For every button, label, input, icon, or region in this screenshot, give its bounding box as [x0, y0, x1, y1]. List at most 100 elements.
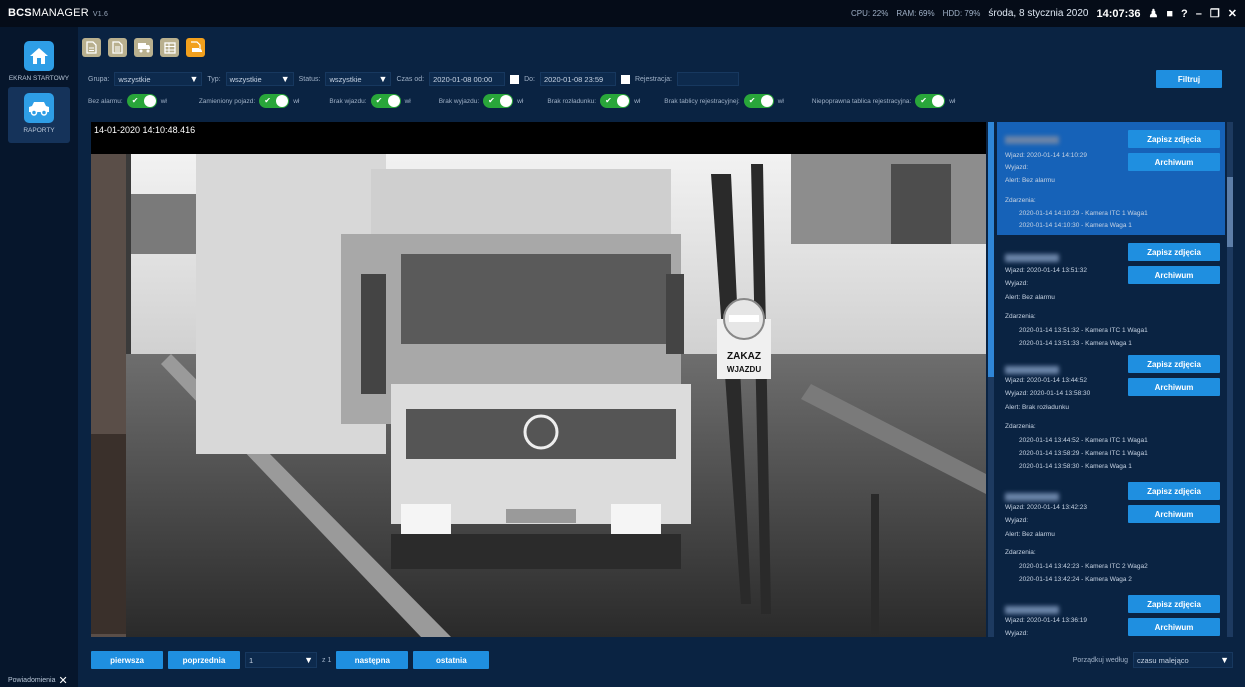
alert-status: Alert: Bez alarmu [1005, 531, 1055, 538]
last-page-button[interactable]: ostatnia [413, 651, 490, 669]
type-select[interactable]: wszystkie ▼ [225, 72, 294, 86]
save-photos-button[interactable]: Zapisz zdjęcia [1128, 482, 1220, 500]
sign-text-line2: WJAZDU [727, 365, 761, 374]
frame-timestamp: 14-01-2020 14:10:48.416 [94, 125, 196, 135]
pagination: pierwsza poprzednia 1 ▼ z 1 następna osta… [91, 651, 490, 669]
sign-text-line1: ZAKAZ [727, 351, 761, 362]
toggle-swapped-vehicle[interactable]: Zamieniony pojazd: ✔ wł [199, 94, 299, 108]
archive-button[interactable]: Archiwum [1128, 266, 1220, 284]
viewer-scrollbar[interactable] [988, 122, 994, 637]
sidebar-item-start[interactable]: EKRAN STARTOWY [8, 41, 70, 83]
calendar-icon[interactable] [620, 74, 630, 84]
group-select[interactable]: wszystkie ▼ [114, 72, 203, 86]
exit-time: Wyjazd: [1005, 630, 1029, 637]
alarm-toggles: Bez alarmu: ✔ wł Zamieniony pojazd: ✔ wł Bra… [88, 94, 973, 108]
event-item: 2020-01-14 14:10:30 - Kamera Waga 1 [1019, 222, 1132, 229]
toggle-switch[interactable]: ✔ [483, 94, 514, 108]
sidebar-item-label: EKRAN STARTOWY [8, 75, 70, 82]
exit-time: Wyjazd: [1005, 280, 1029, 287]
lock-icon[interactable]: ■ [1166, 8, 1173, 20]
chevron-down-icon: ▼ [189, 74, 199, 84]
chevron-down-icon: ▼ [280, 74, 290, 84]
page-select[interactable]: 1 ▼ [245, 652, 317, 668]
toggle-switch[interactable]: ✔ [915, 94, 946, 108]
table-report-icon[interactable] [160, 38, 179, 57]
vehicle-passages-icon[interactable] [186, 38, 205, 57]
toggle-no-entry[interactable]: Brak wjazdu: ✔ wł [329, 94, 411, 108]
scrollbar-thumb[interactable] [1227, 177, 1233, 247]
toggle-no-exit[interactable]: Brak wyjazdu: ✔ wł [439, 94, 523, 108]
help-icon[interactable]: ? [1181, 8, 1188, 20]
save-photos-button[interactable]: Zapisz zdjęcia [1128, 595, 1220, 613]
home-icon [24, 41, 54, 71]
notifications[interactable]: Powiadomienia ✕ [8, 674, 68, 687]
chevron-down-icon: ▼ [304, 655, 313, 665]
list-scrollbar[interactable] [1227, 122, 1233, 637]
passage-card[interactable]: Wjazd: 2020-01-14 13:51:32 Wyjazd: Alert… [997, 240, 1225, 350]
sidebar-item-reports[interactable]: RAPORTY [8, 87, 70, 143]
minimize-icon[interactable]: – [1196, 8, 1202, 20]
toggle-invalid-plate[interactable]: Niepoprawna tablica rejestracyjna: ✔ wł [812, 94, 955, 108]
toggle-switch[interactable]: ✔ [743, 94, 774, 108]
plate-input[interactable] [676, 72, 739, 86]
archive-button[interactable]: Archiwum [1128, 153, 1220, 171]
previous-page-button[interactable]: poprzednia [168, 651, 240, 669]
title-bar: BCSMANAGER V1.6 CPU: 22% RAM: 69% HDD: 79… [0, 0, 1245, 27]
report-toolbar [82, 38, 205, 57]
scrollbar-thumb[interactable] [988, 122, 994, 377]
toggle-no-alarm[interactable]: Bez alarmu: ✔ wł [88, 94, 167, 108]
date-from-input[interactable]: 2020-01-08 00:00 [429, 72, 506, 86]
next-page-button[interactable]: następna [336, 651, 409, 669]
notifications-label: Powiadomienia [8, 677, 56, 684]
sidebar: EKRAN STARTOWY RAPORTY [0, 27, 78, 687]
camera-viewer[interactable]: 14-01-2020 14:10:48.416 ZAKAZ WJAZDU [91, 122, 986, 637]
event-item: 2020-01-14 14:10:29 - Kamera ITC 1 Waga1 [1019, 210, 1148, 217]
events-label: Zdarzenia: [1005, 549, 1036, 556]
toggle-switch[interactable]: ✔ [259, 94, 290, 108]
event-item: 2020-01-14 13:58:29 - Kamera ITC 1 Waga1 [1019, 450, 1148, 457]
restore-icon[interactable]: ❐ [1210, 7, 1220, 20]
sort-select[interactable]: czasu malejąco ▼ [1133, 652, 1233, 668]
first-page-button[interactable]: pierwsza [91, 651, 163, 669]
save-photos-button[interactable]: Zapisz zdjęcia [1128, 130, 1220, 148]
toggle-no-plate[interactable]: Brak tablicy rejestracyjnej: ✔ wł [664, 94, 784, 108]
status-label: Status: [298, 75, 321, 83]
calendar-icon[interactable] [510, 74, 520, 84]
plate-number-blurred [1005, 493, 1059, 501]
close-icon[interactable]: ✕ [1228, 7, 1237, 20]
sort-control: Porządkuj według czasu malejąco ▼ [1073, 652, 1233, 668]
chevron-down-icon: ▼ [378, 74, 388, 84]
report-list-icon[interactable] [108, 38, 127, 57]
alert-status: Alert: Bez alarmu [1005, 294, 1055, 301]
passage-card[interactable]: Wjazd: 2020-01-14 14:10:29 Wyjazd: Alert… [997, 122, 1225, 235]
system-info: CPU: 22% RAM: 69% HDD: 79% środa, 8 styc… [851, 7, 1237, 21]
truck-report-icon[interactable] [134, 38, 153, 57]
passage-card[interactable]: Wjazd: 2020-01-14 13:44:52 Wyjazd: 2020-… [997, 352, 1225, 480]
type-label: Typ: [207, 75, 221, 83]
archive-button[interactable]: Archiwum [1128, 378, 1220, 396]
current-time: 14:07:36 [1096, 7, 1141, 20]
toggle-switch[interactable]: ✔ [600, 94, 631, 108]
event-item: 2020-01-14 13:51:32 - Kamera ITC 1 Waga1 [1019, 327, 1148, 334]
event-item: 2020-01-14 13:58:30 - Kamera Waga 1 [1019, 463, 1132, 470]
passage-card[interactable]: Wjazd: 2020-01-14 13:36:19 Wyjazd: Zapis… [997, 592, 1225, 637]
toggle-no-unloading[interactable]: Brak rozładunku: ✔ wł [547, 94, 640, 108]
entry-time: Wjazd: 2020-01-14 13:42:23 [1005, 504, 1088, 511]
plate-number-blurred [1005, 366, 1059, 374]
status-select[interactable]: wszystkie ▼ [325, 72, 392, 86]
user-icon[interactable]: ♟ [1149, 7, 1159, 20]
archive-button[interactable]: Archiwum [1128, 505, 1220, 523]
save-photos-button[interactable]: Zapisz zdjęcia [1128, 355, 1220, 373]
toggle-switch[interactable]: ✔ [370, 94, 401, 108]
alert-status: Alert: Brak rozładunku [1005, 404, 1069, 411]
close-icon[interactable]: ✕ [58, 674, 67, 687]
report-document-icon[interactable] [82, 38, 101, 57]
archive-button[interactable]: Archiwum [1128, 618, 1220, 636]
passage-card[interactable]: Wjazd: 2020-01-14 13:42:23 Wyjazd: Alert… [997, 479, 1225, 589]
save-photos-button[interactable]: Zapisz zdjęcia [1128, 243, 1220, 261]
page-count: z 1 [322, 656, 332, 664]
filter-button[interactable]: Filtruj [1156, 70, 1222, 88]
date-to-input[interactable]: 2020-01-08 23:59 [539, 72, 616, 86]
toggle-switch[interactable]: ✔ [126, 94, 157, 108]
events-label: Zdarzenia: [1005, 423, 1036, 430]
